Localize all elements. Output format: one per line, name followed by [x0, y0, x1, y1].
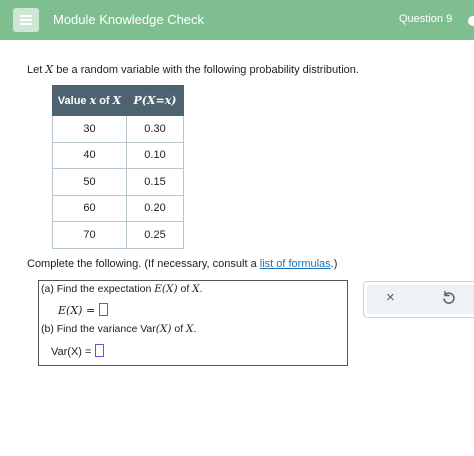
status-dot[interactable]	[468, 16, 474, 26]
hamburger-menu-icon[interactable]	[13, 8, 39, 32]
formulas-link[interactable]: list of formulas	[260, 258, 331, 270]
table-header-row: Value x of X P(X=x)	[52, 85, 184, 116]
question-label: Question 9	[399, 13, 453, 25]
value-column-header: Value x of X	[52, 85, 127, 116]
answer-box: (a) Find the expectation E(X) of X. E(X)…	[38, 280, 348, 366]
module-title: Module Knowledge Check	[53, 12, 205, 27]
close-icon[interactable]: ×	[386, 289, 395, 306]
problem-prompt: Let X be a random variable with the foll…	[27, 63, 359, 76]
probability-cell: 0.25	[126, 221, 184, 249]
probability-cell: 0.20	[126, 194, 184, 222]
probability-cell: 0.10	[126, 141, 184, 169]
table-row: 70 0.25	[52, 221, 184, 249]
table-row: 50 0.15	[52, 168, 184, 196]
probability-table: Value x of X P(X=x) 30 0.30 40 0.10 50 0.15…	[52, 85, 184, 249]
part-b-answer: Var(X) =	[51, 344, 105, 358]
probability-cell: 0.30	[126, 115, 184, 143]
part-a-answer: E(X) =	[58, 303, 109, 317]
value-cell: 60	[52, 194, 127, 222]
top-bar: Module Knowledge Check Question 9	[0, 0, 474, 40]
table-row: 40 0.10	[52, 141, 184, 169]
part-a-question: (a) Find the expectation E(X) of X.	[41, 283, 203, 295]
expectation-input[interactable]	[99, 303, 109, 316]
undo-icon[interactable]	[441, 290, 457, 306]
value-cell: 70	[52, 221, 127, 249]
table-row: 30 0.30	[52, 115, 184, 143]
table-row: 60 0.20	[52, 194, 184, 222]
value-cell: 50	[52, 168, 127, 196]
part-b-question: (b) Find the variance Var(X) of X.	[41, 323, 197, 335]
probability-cell: 0.15	[126, 168, 184, 196]
probability-column-header: P(X=x)	[126, 85, 184, 116]
variance-input[interactable]	[95, 344, 105, 357]
action-panel	[363, 281, 474, 318]
instructions-text: Complete the following. (If necessary, c…	[27, 258, 338, 270]
value-cell: 30	[52, 115, 127, 143]
value-cell: 40	[52, 141, 127, 169]
